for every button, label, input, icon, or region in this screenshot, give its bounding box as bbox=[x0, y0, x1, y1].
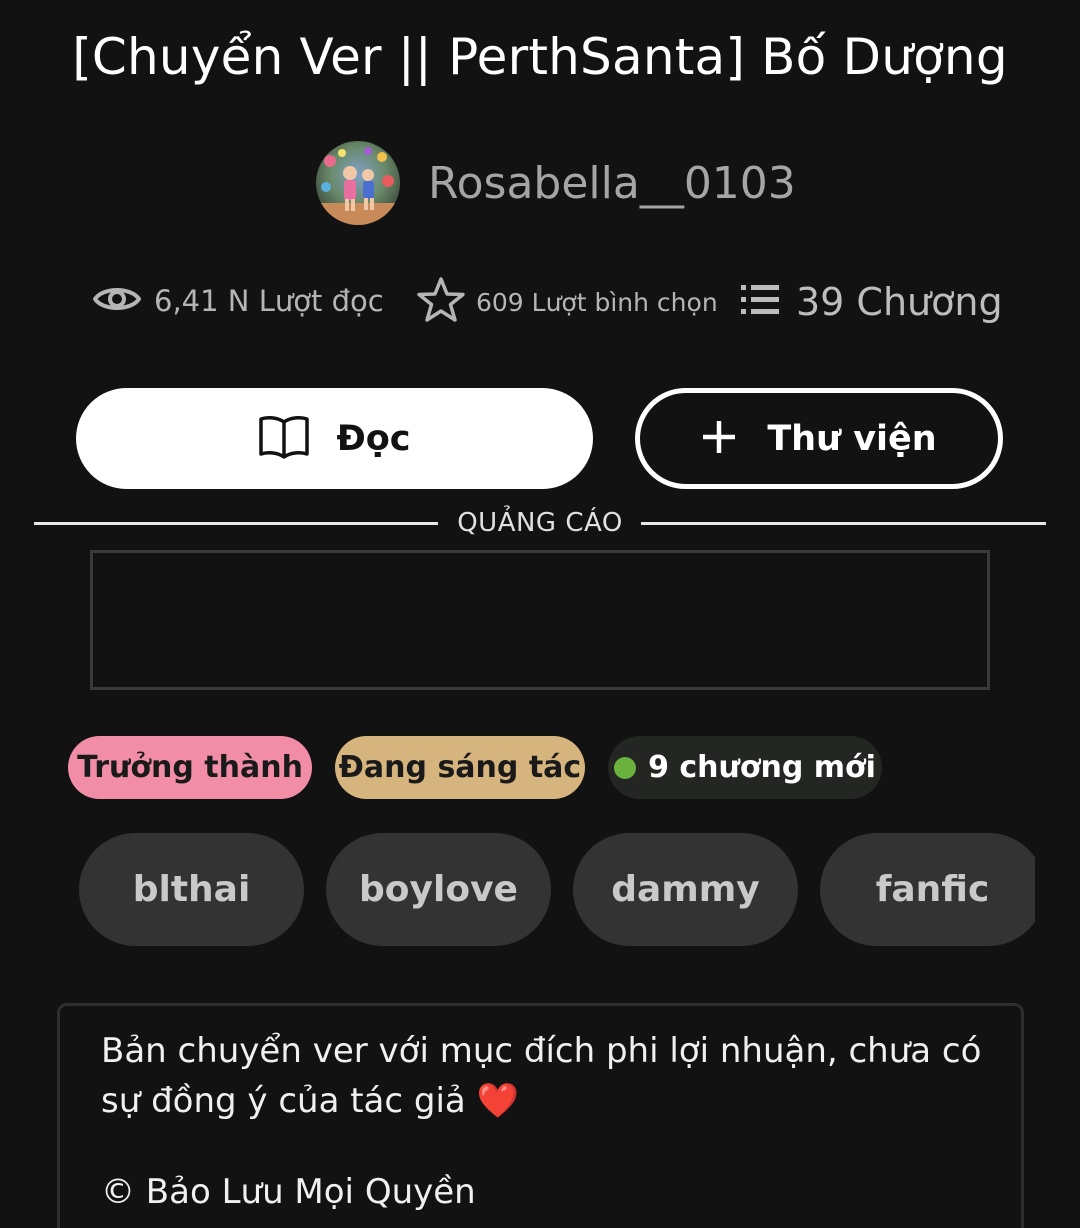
story-detail-page: [Chuyển Ver || PerthSanta] Bố Dượng Rosa… bbox=[0, 0, 1080, 1228]
votes-stat: 609 Lượt bình chọn bbox=[416, 276, 718, 328]
tag-chip[interactable]: fanfic bbox=[820, 833, 1035, 946]
description-body: Bản chuyển ver với mục đích phi lợi nhuậ… bbox=[101, 1031, 982, 1121]
votes-count: 609 Lượt bình chọn bbox=[476, 287, 718, 317]
reads-count: 6,41 N Lượt đọc bbox=[154, 284, 384, 318]
add-to-library-button[interactable]: Thư viện bbox=[635, 388, 1003, 489]
reads-stat: 6,41 N Lượt đọc bbox=[92, 276, 384, 326]
ongoing-badge: Đang sáng tác bbox=[335, 736, 585, 799]
library-button-label: Thư viện bbox=[767, 418, 937, 459]
new-chapters-badge: 9 chương mới bbox=[608, 736, 882, 799]
mature-badge: Trưởng thành bbox=[68, 736, 312, 799]
copyright-notice: © Bảo Lưu Mọi Quyền bbox=[101, 1172, 476, 1212]
heart-icon: ❤️ bbox=[476, 1081, 519, 1121]
chapters-count[interactable]: 39 Chương bbox=[796, 280, 1003, 324]
tag-chip[interactable]: dammy bbox=[573, 833, 798, 946]
ad-slot[interactable] bbox=[90, 550, 990, 690]
ad-label: QUẢNG CÁO bbox=[457, 508, 623, 538]
new-dot-icon bbox=[614, 756, 637, 779]
tag-chip[interactable]: blthai bbox=[79, 833, 304, 946]
description-text: Bản chuyển ver với mục đích phi lợi nhuậ… bbox=[101, 1026, 1001, 1126]
new-chapters-label: 9 chương mới bbox=[648, 750, 876, 785]
plus-icon bbox=[701, 419, 737, 459]
eye-icon bbox=[92, 276, 142, 326]
author-row[interactable]: Rosabella__0103 bbox=[316, 140, 796, 226]
story-title: [Chuyển Ver || PerthSanta] Bố Dượng bbox=[72, 28, 1008, 86]
ad-divider-right bbox=[641, 522, 1046, 525]
open-book-icon bbox=[258, 414, 310, 464]
chapters-stat[interactable]: 39 Chương bbox=[740, 280, 1003, 324]
ad-divider-left bbox=[34, 522, 438, 525]
avatar[interactable] bbox=[316, 141, 400, 225]
star-icon bbox=[416, 276, 466, 328]
tag-chip[interactable]: boylove bbox=[326, 833, 551, 946]
tags-list: blthai boylove dammy fanfic bbox=[0, 833, 1035, 947]
read-button-label: Đọc bbox=[336, 418, 411, 459]
author-name[interactable]: Rosabella__0103 bbox=[428, 158, 796, 209]
list-icon bbox=[740, 282, 780, 322]
read-button[interactable]: Đọc bbox=[76, 388, 593, 489]
